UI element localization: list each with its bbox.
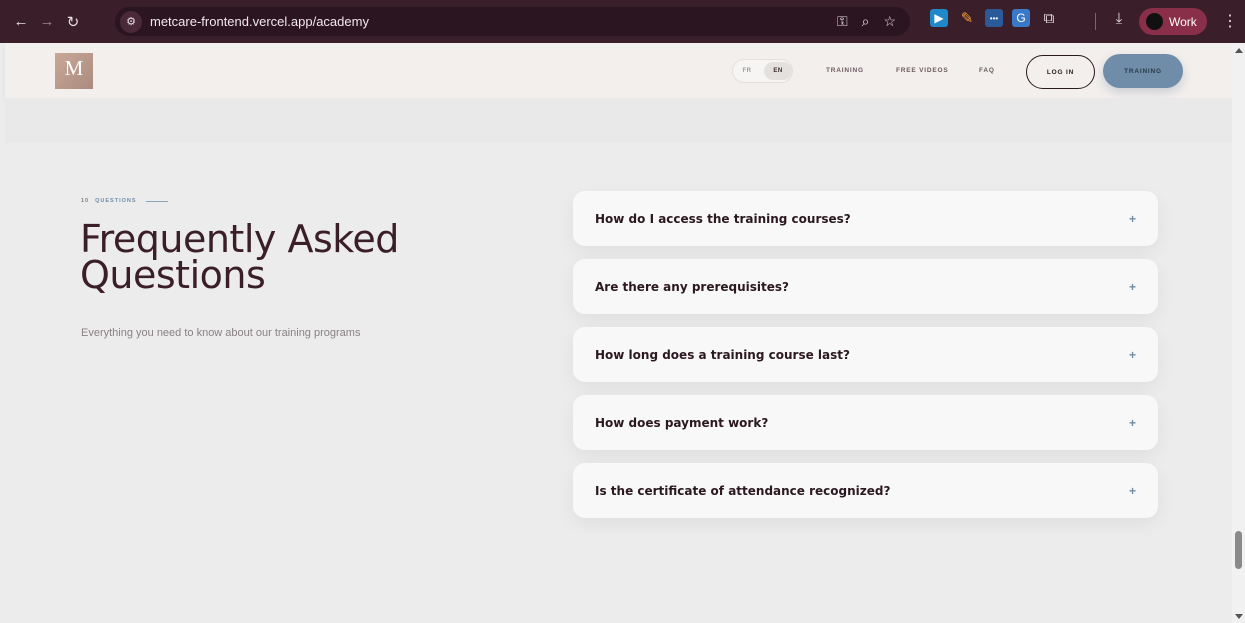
reload-icon[interactable]: ↻ [60, 9, 86, 35]
bookmark-star-icon[interactable]: ☆ [883, 13, 896, 30]
pencil-extension-icon[interactable]: ✎ [958, 9, 976, 27]
site-info-icon[interactable]: ⚙ [120, 10, 142, 33]
browser-toolbar: ← → ↻ ⚙ metcare-frontend.vercel.app/acad… [0, 0, 1245, 43]
plus-icon[interactable]: + [1129, 416, 1136, 430]
lang-fr[interactable]: FR [733, 68, 761, 74]
menu-kebab-icon[interactable]: ⋮ [1222, 11, 1238, 31]
site-header: M FR EN TRAINING FREE VIDEOS FAQ LOG IN … [5, 43, 1232, 98]
faq-question: How does payment work? [595, 415, 769, 430]
scroll-up-icon[interactable] [1235, 48, 1243, 53]
plus-icon[interactable]: + [1129, 348, 1136, 362]
faq-item[interactable]: Are there any prerequisites? + [573, 259, 1158, 314]
page-subtitle: Everything you need to know about our tr… [81, 327, 361, 339]
vertical-scrollbar[interactable] [1232, 43, 1245, 623]
logo-letter: M [64, 56, 84, 80]
login-button[interactable]: LOG IN [1026, 55, 1095, 89]
faq-question: How long does a training course last? [595, 347, 850, 362]
faq-eyebrow: 10 QUESTIONS [81, 198, 168, 204]
eyebrow-number: 10 [81, 198, 90, 204]
lang-en[interactable]: EN [764, 62, 792, 80]
plus-icon[interactable]: + [1129, 484, 1136, 498]
forward-icon[interactable]: → [34, 9, 60, 35]
faq-question: Are there any prerequisites? [595, 279, 789, 294]
site-logo[interactable]: M [55, 53, 93, 89]
download-icon[interactable]: ⤓ [1110, 9, 1128, 27]
faq-question: How do I access the training courses? [595, 211, 851, 226]
profile-label: Work [1169, 14, 1197, 29]
password-key-icon[interactable]: ⚿ [837, 13, 848, 30]
toolbar-divider [1095, 13, 1096, 30]
scrollbar-thumb[interactable] [1235, 531, 1242, 569]
plus-icon[interactable]: + [1129, 212, 1136, 226]
training-button[interactable]: TRAINING [1103, 54, 1183, 88]
url-text[interactable]: metcare-frontend.vercel.app/academy [150, 14, 369, 29]
page-content: M FR EN TRAINING FREE VIDEOS FAQ LOG IN … [5, 43, 1232, 623]
section-divider-band [5, 98, 1232, 143]
back-icon[interactable]: ← [8, 9, 34, 35]
address-bar[interactable]: ⚙ metcare-frontend.vercel.app/academy ⚿ … [115, 7, 910, 36]
dots-extension-icon[interactable]: ••• [985, 9, 1003, 27]
page-title: Frequently Asked Questions [80, 217, 399, 297]
profile-button[interactable]: Work [1139, 8, 1207, 35]
plus-icon[interactable]: + [1129, 280, 1136, 294]
extensions-puzzle-icon[interactable]: ⧉ [1040, 9, 1058, 27]
scroll-down-icon[interactable] [1235, 614, 1243, 619]
faq-item[interactable]: How does payment work? + [573, 395, 1158, 450]
nav-training[interactable]: TRAINING [826, 67, 864, 74]
language-switcher[interactable]: FR EN [732, 59, 793, 83]
translate-extension-icon[interactable]: G [1012, 9, 1030, 27]
faq-question: Is the certificate of attendance recogni… [595, 483, 891, 498]
faq-item[interactable]: How long does a training course last? + [573, 327, 1158, 382]
eyebrow-line [145, 200, 168, 202]
eyebrow-label: QUESTIONS [95, 198, 137, 204]
faq-item[interactable]: How do I access the training courses? + [573, 191, 1158, 246]
nav-free-videos[interactable]: FREE VIDEOS [896, 67, 949, 74]
nav-faq[interactable]: FAQ [979, 67, 995, 74]
zoom-icon[interactable]: ⌕ [862, 13, 870, 30]
avatar [1146, 13, 1163, 30]
faq-item[interactable]: Is the certificate of attendance recogni… [573, 463, 1158, 518]
extension-icon[interactable]: ▶ [930, 9, 948, 27]
